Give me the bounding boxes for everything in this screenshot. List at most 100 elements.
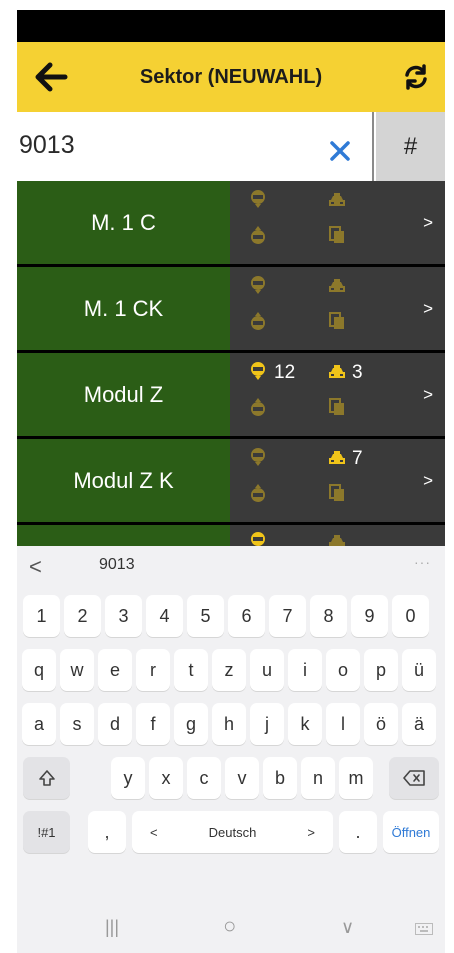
key-ö[interactable]: ö: [364, 703, 398, 745]
hash-button[interactable]: #: [376, 112, 445, 182]
sector-info: 7 >: [230, 439, 445, 522]
key-ä[interactable]: ä: [402, 703, 436, 745]
key-k[interactable]: k: [288, 703, 322, 745]
keyboard-back-button[interactable]: <: [29, 554, 42, 580]
key-a[interactable]: a: [22, 703, 56, 745]
page-title: Sektor (NEUWAHL): [139, 66, 323, 88]
copy-icon: [329, 312, 344, 329]
chevron-right-icon: >: [423, 385, 433, 404]
key-v[interactable]: v: [225, 757, 259, 799]
shift-key[interactable]: [23, 757, 70, 799]
open-action-key[interactable]: Öffnen: [383, 811, 439, 853]
key-q[interactable]: q: [22, 649, 56, 691]
key-b[interactable]: b: [263, 757, 297, 799]
key-8[interactable]: 8: [310, 595, 347, 637]
copy-icon: [329, 398, 344, 415]
sector-name: M. 1 C: [17, 181, 230, 264]
pin-icon: [251, 532, 265, 546]
language-next-icon: >: [307, 824, 315, 840]
refresh-icon: [405, 64, 427, 90]
clear-button[interactable]: [325, 136, 355, 166]
taxi-count: 7: [352, 448, 363, 469]
comma-key[interactable]: ,: [88, 811, 126, 853]
pin-down-icon: [251, 226, 265, 244]
key-y[interactable]: y: [111, 757, 145, 799]
sector-row[interactable]: Modul Z K 7 >: [17, 439, 445, 522]
keyboard-suggestion[interactable]: 9013: [99, 556, 135, 574]
sector-info: [230, 525, 445, 546]
key-ü[interactable]: ü: [402, 649, 436, 691]
arrow-left-icon: [35, 62, 68, 92]
key-s[interactable]: s: [60, 703, 94, 745]
language-prev-icon: <: [150, 824, 158, 840]
key-3[interactable]: 3: [105, 595, 142, 637]
key-h[interactable]: h: [212, 703, 246, 745]
key-m[interactable]: m: [339, 757, 373, 799]
home-button[interactable]: ○: [223, 913, 236, 939]
period-key[interactable]: .: [339, 811, 377, 853]
phone-screen: Sektor (NEUWAHL) 9013 # M. 1 C > M. 1 CK…: [17, 10, 445, 953]
refresh-button[interactable]: [397, 58, 435, 96]
key-t[interactable]: t: [174, 649, 208, 691]
key-4[interactable]: 4: [146, 595, 183, 637]
key-g[interactable]: g: [174, 703, 208, 745]
sector-row[interactable]: Modul Z 12 3 >: [17, 353, 445, 436]
sector-name: [17, 525, 230, 546]
key-z[interactable]: z: [212, 649, 246, 691]
key-7[interactable]: 7: [269, 595, 306, 637]
key-0[interactable]: 0: [392, 595, 429, 637]
key-5[interactable]: 5: [187, 595, 224, 637]
pin-count: 12: [274, 362, 296, 383]
symbols-key[interactable]: !#1: [23, 811, 70, 853]
pin-icon: [251, 448, 265, 466]
chevron-right-icon: >: [423, 471, 433, 490]
more-icon[interactable]: ···: [414, 554, 431, 570]
key-o[interactable]: o: [326, 649, 360, 691]
key-1[interactable]: 1: [23, 595, 60, 637]
key-2[interactable]: 2: [64, 595, 101, 637]
pin-down-icon: [251, 484, 265, 502]
sector-info: >: [230, 267, 445, 350]
pin-down-icon: [251, 312, 265, 330]
key-r[interactable]: r: [136, 649, 170, 691]
navigation-bar: ||| ○ ∨: [17, 911, 445, 953]
chevron-right-icon: >: [423, 299, 433, 318]
recent-apps-button[interactable]: |||: [105, 917, 119, 938]
taxi-icon: [329, 279, 345, 292]
key-f[interactable]: f: [136, 703, 170, 745]
key-l[interactable]: l: [326, 703, 360, 745]
key-x[interactable]: x: [149, 757, 183, 799]
pin-icon: [251, 190, 265, 208]
copy-icon: [329, 484, 344, 501]
back-button[interactable]: [31, 59, 71, 95]
sector-row[interactable]: M. 1 CK >: [17, 267, 445, 350]
key-9[interactable]: 9: [351, 595, 388, 637]
key-j[interactable]: j: [250, 703, 284, 745]
shift-icon: [38, 770, 55, 786]
sector-row[interactable]: M. 1 C >: [17, 181, 445, 264]
key-i[interactable]: i: [288, 649, 322, 691]
sector-name: M. 1 CK: [17, 267, 230, 350]
key-d[interactable]: d: [98, 703, 132, 745]
key-w[interactable]: w: [60, 649, 94, 691]
key-p[interactable]: p: [364, 649, 398, 691]
key-n[interactable]: n: [301, 757, 335, 799]
sector-row[interactable]: [17, 525, 445, 546]
sector-info: >: [230, 181, 445, 264]
pin-icon: [251, 362, 265, 380]
space-key[interactable]: < Deutsch >: [132, 811, 333, 853]
pin-icon: [251, 276, 265, 294]
nav-back-button[interactable]: ∨: [341, 917, 354, 938]
search-value: 9013: [19, 130, 75, 159]
key-e[interactable]: e: [98, 649, 132, 691]
key-c[interactable]: c: [187, 757, 221, 799]
keyboard-icon[interactable]: [415, 923, 433, 935]
backspace-key[interactable]: [389, 757, 439, 799]
key-6[interactable]: 6: [228, 595, 265, 637]
sector-name: Modul Z: [17, 353, 230, 436]
taxi-icon: [329, 193, 345, 206]
taxi-count: 3: [352, 362, 363, 383]
app-header: Sektor (NEUWAHL): [17, 42, 445, 112]
key-u[interactable]: u: [250, 649, 284, 691]
search-input[interactable]: 9013: [17, 112, 374, 190]
